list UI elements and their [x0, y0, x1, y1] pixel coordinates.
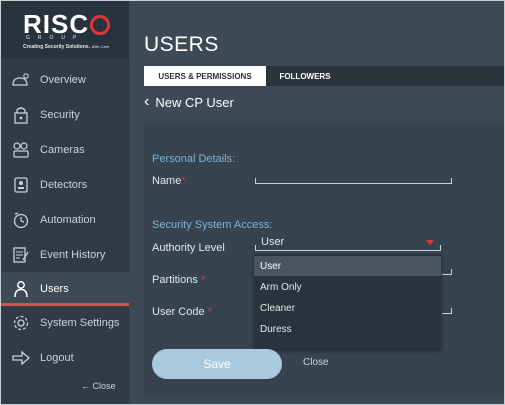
gear-icon [10, 312, 32, 334]
sidebar-item-users[interactable]: Users [1, 272, 129, 306]
logout-icon [10, 347, 32, 369]
sidebar-item-label: Overview [40, 74, 86, 86]
sidebar-item-automation[interactable]: Automation [1, 203, 129, 237]
main-content: USERS USERS & PERMISSIONS FOLLOWERS ‹ Ne… [129, 1, 504, 404]
sidebar-item-event-history[interactable]: Event History [1, 238, 129, 272]
app-window: RISC GROUP Creating Security Solutions. … [0, 0, 505, 405]
dropdown-option-cleaner[interactable]: Cleaner [254, 298, 441, 318]
overview-icon [10, 69, 32, 91]
sidebar-item-label: Security [40, 109, 80, 121]
authority-level-dropdown: User Arm Only Cleaner Duress [254, 254, 441, 349]
back-button[interactable]: ‹ New CP User [144, 93, 234, 111]
automation-icon [10, 209, 32, 231]
user-form: Personal Details: Name* Security System … [144, 123, 504, 399]
lock-icon [10, 104, 32, 126]
sidebar-item-security[interactable]: Security [1, 98, 129, 132]
chevron-left-icon: ‹ [144, 93, 150, 110]
sidebar-item-detectors[interactable]: Detectors [1, 168, 129, 202]
personal-details-heading: Personal Details: [152, 153, 236, 165]
sidebar-item-label: Automation [40, 214, 96, 226]
user-icon [10, 278, 32, 300]
sidebar-item-logout[interactable]: Logout [1, 341, 129, 375]
authority-level-select[interactable] [255, 245, 441, 251]
partitions-label: Partitions * [152, 274, 206, 286]
partitions-input[interactable] [442, 269, 452, 275]
brand-logo: RISC GROUP Creating Security Solutions. … [1, 1, 129, 59]
sidebar-collapse-button[interactable]: ← Close [81, 381, 116, 391]
sidebar-item-label: Cameras [40, 144, 85, 156]
close-button[interactable]: Close [303, 357, 329, 368]
detector-icon [10, 174, 32, 196]
dropdown-option-user[interactable]: User [254, 256, 441, 276]
name-input[interactable] [255, 178, 452, 184]
sidebar-item-overview[interactable]: Overview [1, 63, 129, 97]
user-code-input[interactable] [442, 308, 452, 314]
tab-users-permissions[interactable]: USERS & PERMISSIONS [144, 66, 266, 86]
sidebar-item-label: Users [40, 283, 69, 295]
authority-level-label: Authority Level [152, 242, 225, 254]
save-button[interactable]: Save [152, 349, 282, 379]
brand-o-mark-icon [90, 15, 111, 35]
tab-bar: USERS & PERMISSIONS FOLLOWERS [144, 66, 504, 86]
dropdown-option-arm-only[interactable]: Arm Only [254, 277, 441, 297]
sidebar-item-system-settings[interactable]: System Settings [1, 306, 129, 340]
page-title: USERS [144, 33, 219, 56]
subpage-title: New CP User [155, 94, 234, 110]
security-access-heading: Security System Access: [152, 219, 273, 231]
dropdown-option-duress[interactable]: Duress [254, 319, 441, 339]
sidebar: RISC GROUP Creating Security Solutions. … [1, 1, 129, 404]
camera-icon [10, 139, 32, 161]
event-history-icon [10, 244, 32, 266]
brand-tagline: Creating Security Solutions. With Care. [23, 44, 111, 50]
sidebar-item-label: Logout [40, 352, 74, 364]
sidebar-item-cameras[interactable]: Cameras [1, 133, 129, 167]
tab-followers[interactable]: FOLLOWERS [266, 66, 344, 86]
sidebar-item-label: Detectors [40, 179, 88, 191]
name-label: Name* [152, 175, 186, 187]
sidebar-item-label: Event History [40, 249, 106, 261]
brand-group: GROUP [26, 35, 85, 41]
sidebar-item-label: System Settings [40, 317, 120, 329]
user-code-label: User Code * [152, 306, 212, 318]
required-mark: * [181, 175, 186, 187]
